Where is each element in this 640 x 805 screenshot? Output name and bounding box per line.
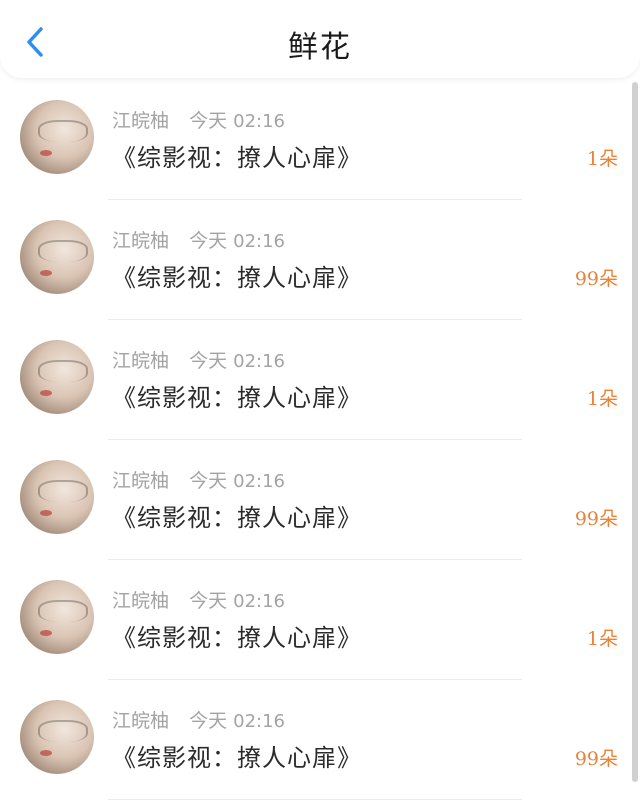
record-time: 02:16: [233, 471, 285, 492]
list-item[interactable]: 江皖柚 今天 02:16 《综影视：撩人心扉》 1朵: [0, 320, 640, 440]
user-name: 江皖柚: [112, 710, 170, 732]
avatar[interactable]: [20, 340, 94, 414]
book-title: 《综影视：撩人心扉》: [112, 624, 362, 652]
divider: [108, 799, 522, 800]
avatar[interactable]: [20, 700, 94, 774]
record-time: 02:16: [233, 111, 285, 132]
flower-count: 99朵: [574, 268, 618, 290]
record-meta: 江皖柚 今天 02:16: [112, 466, 285, 493]
book-title: 《综影视：撩人心扉》: [112, 504, 362, 532]
record-meta: 江皖柚 今天 02:16: [112, 106, 285, 133]
flower-record-list: 江皖柚 今天 02:16 《综影视：撩人心扉》 1朵 江皖柚 今天 02:16 …: [0, 80, 640, 800]
book-title: 《综影视：撩人心扉》: [112, 264, 362, 292]
record-meta: 江皖柚 今天 02:16: [112, 586, 285, 613]
record-date: 今天: [189, 110, 228, 132]
avatar[interactable]: [20, 580, 94, 654]
record-date: 今天: [189, 590, 228, 612]
record-time: 02:16: [233, 231, 285, 252]
user-name: 江皖柚: [112, 230, 170, 252]
list-item[interactable]: 江皖柚 今天 02:16 《综影视：撩人心扉》 99朵: [0, 200, 640, 320]
user-name: 江皖柚: [112, 470, 170, 492]
page-title: 鲜花: [288, 30, 352, 65]
record-date: 今天: [189, 230, 228, 252]
list-item[interactable]: 江皖柚 今天 02:16 《综影视：撩人心扉》 99朵: [0, 440, 640, 560]
nav-header: 鲜花: [0, 0, 640, 78]
record-meta: 江皖柚 今天 02:16: [112, 706, 285, 733]
avatar[interactable]: [20, 460, 94, 534]
record-time: 02:16: [233, 591, 285, 612]
record-meta: 江皖柚 今天 02:16: [112, 346, 285, 373]
book-title: 《综影视：撩人心扉》: [112, 144, 362, 172]
avatar[interactable]: [20, 220, 94, 294]
list-item[interactable]: 江皖柚 今天 02:16 《综影视：撩人心扉》 1朵: [0, 560, 640, 680]
record-date: 今天: [189, 350, 228, 372]
record-time: 02:16: [233, 351, 285, 372]
user-name: 江皖柚: [112, 350, 170, 372]
flower-count: 1朵: [586, 628, 618, 650]
flower-count: 99朵: [574, 508, 618, 530]
record-date: 今天: [189, 710, 228, 732]
list-item[interactable]: 江皖柚 今天 02:16 《综影视：撩人心扉》 1朵: [0, 80, 640, 200]
flowers-page: 鲜花 江皖柚 今天 02:16 《综影视：撩人心扉》 1朵 江皖柚 今天 02:…: [0, 0, 640, 805]
list-item[interactable]: 江皖柚 今天 02:16 《综影视：撩人心扉》 99朵: [0, 680, 640, 800]
record-time: 02:16: [233, 711, 285, 732]
book-title: 《综影视：撩人心扉》: [112, 744, 362, 772]
flower-count: 99朵: [574, 748, 618, 770]
user-name: 江皖柚: [112, 590, 170, 612]
record-meta: 江皖柚 今天 02:16: [112, 226, 285, 253]
book-title: 《综影视：撩人心扉》: [112, 384, 362, 412]
flower-count: 1朵: [586, 148, 618, 170]
flower-count: 1朵: [586, 388, 618, 410]
scrollbar[interactable]: [632, 82, 638, 782]
avatar[interactable]: [20, 100, 94, 174]
record-date: 今天: [189, 470, 228, 492]
user-name: 江皖柚: [112, 110, 170, 132]
